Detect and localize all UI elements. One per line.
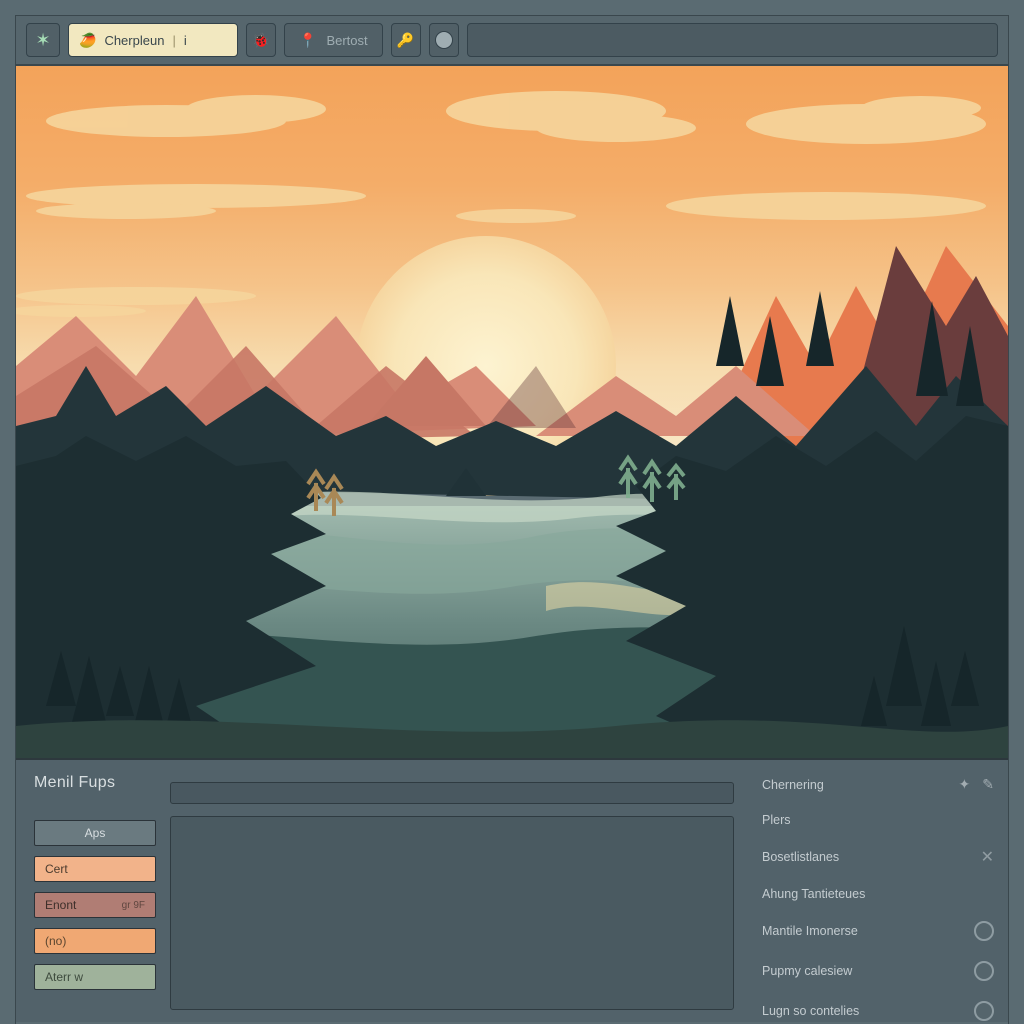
chip-label: Cert [45,862,68,876]
chip-label: (no) [45,934,66,948]
prop-label: Plers [762,813,790,827]
toolbar: ✶ 🥭 Cherpleun | i 🐞 📍 Bertost 🔑 [16,16,1008,66]
chip-aps[interactable]: Aps [34,820,156,846]
filter-input[interactable] [170,782,734,804]
chip-label: Aps [85,826,106,840]
tool-key-button[interactable]: 🔑 [391,23,421,57]
chip-cert[interactable]: Cert [34,856,156,882]
scene-selector[interactable]: 🥭 Cherpleun | i [68,23,238,57]
bottom-panel: Menil Fups Aps Cert Enont gr 9F (no) Ate… [16,760,1008,1022]
scene-selector-badge: i [184,33,187,48]
chip-tag: gr 9F [122,900,145,911]
toolbar-spacer [467,23,998,57]
panel-right: Chernering ✦ ✎ Plers Bosetlistlanes ✕ Ah… [746,760,1008,1022]
layer-selector-label: Bertost [326,33,367,48]
key-icon: 🔑 [397,32,414,49]
panel-right-heading: Chernering [762,778,824,792]
scene-illustration [16,66,1008,760]
radio-toggle[interactable] [974,921,994,941]
panel-title: Menil Fups [34,774,156,792]
prop-label: Bosetlistlanes [762,850,839,864]
dot-icon [435,31,453,49]
radio-toggle[interactable] [974,961,994,981]
prop-label: Pupmy calesiew [762,964,852,978]
layer-selector[interactable]: 📍 Bertost [284,23,383,57]
chip-enont[interactable]: Enont gr 9F [34,892,156,918]
prop-label: Ahung Tantieteues [762,887,865,901]
chip-no[interactable]: (no) [34,928,156,954]
close-icon[interactable]: ✕ [981,847,994,867]
tool-dot-button[interactable] [429,23,459,57]
bug-icon: 🐞 [252,32,269,49]
scene-selector-label: Cherpleun [104,33,164,48]
chip-aterr[interactable]: Aterr w [34,964,156,990]
chip-label: Aterr w [45,970,83,984]
fx-icon[interactable]: ✦ [959,776,971,793]
divider: | [172,33,175,48]
prop-label: Lugn so contelies [762,1004,859,1018]
seed-icon: 🥭 [79,32,96,49]
pin-icon: 📍 [299,32,316,49]
tool-icon[interactable]: ✎ [982,776,994,793]
app-menu-button[interactable]: ✶ [26,23,60,57]
panel-center [166,760,746,1022]
content-area[interactable] [170,816,734,1010]
radio-toggle[interactable] [974,1001,994,1021]
viewport[interactable] [16,66,1008,760]
prop-label: Mantile Imonerse [762,924,858,938]
star-icon: ✶ [35,30,50,51]
chip-label: Enont [45,898,76,912]
app-frame: ✶ 🥭 Cherpleun | i 🐞 📍 Bertost 🔑 [15,15,1009,1024]
scene-extra-button[interactable]: 🐞 [246,23,276,57]
panel-left: Menil Fups Aps Cert Enont gr 9F (no) Ate… [16,760,166,1022]
